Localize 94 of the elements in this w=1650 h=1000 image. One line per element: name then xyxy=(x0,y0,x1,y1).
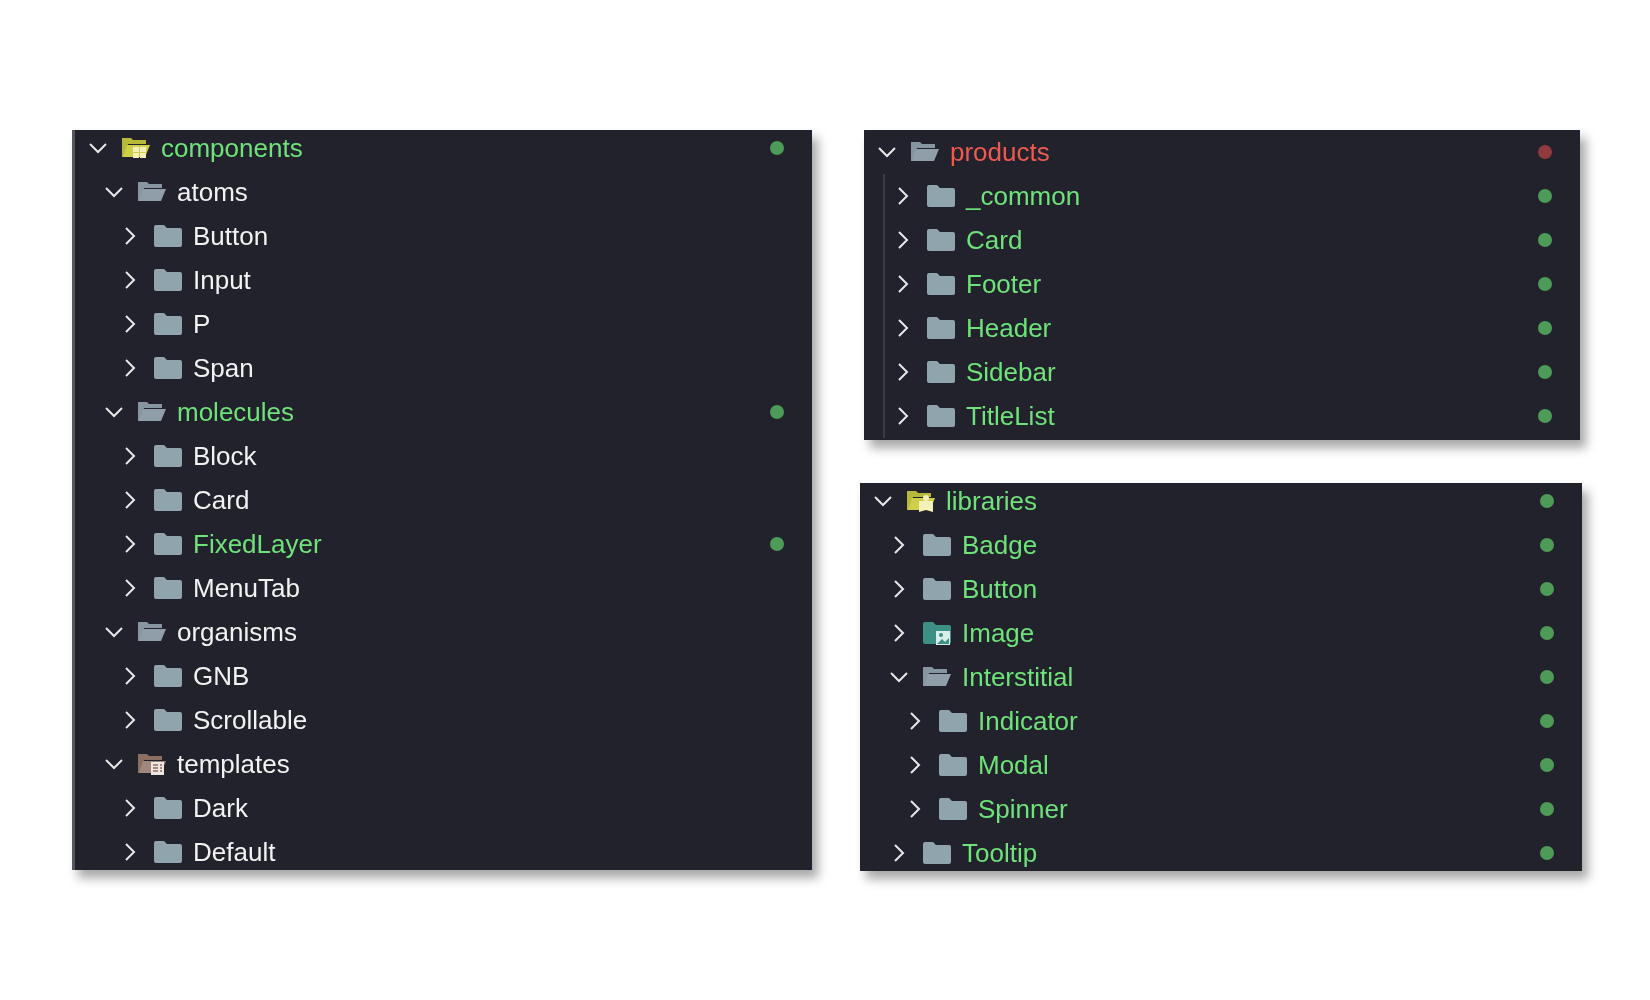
folder-icon xyxy=(153,443,183,469)
folder-icon xyxy=(938,708,968,734)
folder-icon xyxy=(926,359,956,385)
tree-item[interactable]: Span xyxy=(75,346,812,390)
tree-item[interactable]: TitleList xyxy=(864,394,1580,438)
tree-item[interactable]: Default xyxy=(75,830,812,870)
tree-item[interactable]: Card xyxy=(75,478,812,522)
tree-item[interactable]: atoms xyxy=(75,170,812,214)
folder-with-book-icon xyxy=(906,488,936,514)
tree-item[interactable]: GNB xyxy=(75,654,812,698)
folder-name: atoms xyxy=(177,175,248,209)
folder-name: Indicator xyxy=(978,704,1078,738)
folder-icon xyxy=(153,311,183,337)
folder-icon xyxy=(922,840,952,866)
folder-name: Dark xyxy=(193,791,248,825)
tree-item[interactable]: libraries xyxy=(860,483,1582,523)
tree-item[interactable]: templates xyxy=(75,742,812,786)
tree-item[interactable]: Input xyxy=(75,258,812,302)
tree-item[interactable]: Header xyxy=(864,306,1580,350)
folder-icon xyxy=(922,532,952,558)
folder-with-blocks-icon xyxy=(121,135,151,161)
folder-icon xyxy=(153,795,183,821)
folder-name: GNB xyxy=(193,659,250,693)
tree-item[interactable]: Interstitial xyxy=(860,655,1582,699)
tree-item[interactable]: Button xyxy=(860,567,1582,611)
folder-icon xyxy=(938,752,968,778)
folder-name: Tooltip xyxy=(962,836,1038,870)
tree-item[interactable]: Indicator xyxy=(860,699,1582,743)
folder-with-document-icon xyxy=(137,751,167,777)
folder-icon xyxy=(153,223,183,249)
tree-item[interactable]: Modal xyxy=(860,743,1582,787)
tree-item[interactable]: Scrollable xyxy=(75,698,812,742)
folder-icon xyxy=(926,271,956,297)
folder-name: products xyxy=(950,135,1050,169)
tree-item[interactable]: Footer xyxy=(864,262,1580,306)
folder-name: molecules xyxy=(177,395,295,429)
folder-name: Header xyxy=(966,311,1052,345)
folder-icon xyxy=(153,663,183,689)
folder-name: Interstitial xyxy=(962,660,1074,694)
folder-name: components xyxy=(161,131,303,165)
folder-icon xyxy=(922,576,952,602)
folder-name: _common xyxy=(966,179,1081,213)
folder-icon xyxy=(153,839,183,865)
folder-icon xyxy=(153,575,183,601)
folder-icon xyxy=(926,183,956,209)
folder-name: Badge xyxy=(962,528,1038,562)
folder-name: P xyxy=(193,307,211,341)
folder-name: TitleList xyxy=(966,399,1055,433)
tree-item[interactable]: _common xyxy=(864,174,1580,218)
tree-item[interactable]: Tooltip xyxy=(860,831,1582,871)
folder-name: Modal xyxy=(978,748,1049,782)
tree-item[interactable]: MenuTab xyxy=(75,566,812,610)
folder-name: Spinner xyxy=(978,792,1068,826)
folder-icon xyxy=(153,707,183,733)
folder-name: Block xyxy=(193,439,257,473)
folder-name: Card xyxy=(966,223,1023,257)
tree-item[interactable]: components xyxy=(75,130,812,170)
tree-item[interactable]: Dark xyxy=(75,786,812,830)
folder-name: templates xyxy=(177,747,290,781)
folder-icon xyxy=(926,227,956,253)
tree-item[interactable]: P xyxy=(75,302,812,346)
tree-item[interactable]: organisms xyxy=(75,610,812,654)
tree-item[interactable]: Image xyxy=(860,611,1582,655)
folder-name: Footer xyxy=(966,267,1042,301)
folder-name: Default xyxy=(193,835,276,869)
tree-item[interactable]: FixedLayer xyxy=(75,522,812,566)
folder-icon xyxy=(153,487,183,513)
tree-item[interactable]: Spinner xyxy=(860,787,1582,831)
folder-icon xyxy=(153,355,183,381)
folder-name: Sidebar xyxy=(966,355,1056,389)
folder-icon xyxy=(926,403,956,429)
folder-name: Span xyxy=(193,351,254,385)
folder-name: Image xyxy=(962,616,1035,650)
tree-item[interactable]: Card xyxy=(864,218,1580,262)
tree-item[interactable]: products xyxy=(864,130,1580,174)
folder-with-image-icon xyxy=(922,620,952,646)
folder-icon xyxy=(926,315,956,341)
folder-name: Card xyxy=(193,483,250,517)
folder-name: Button xyxy=(962,572,1038,606)
folder-icon xyxy=(153,267,183,293)
tree-item[interactable]: Sidebar xyxy=(864,350,1580,394)
tree-item[interactable]: Button xyxy=(75,214,812,258)
folder-name: Scrollable xyxy=(193,703,308,737)
folder-name: MenuTab xyxy=(193,571,300,605)
tree-item[interactable]: molecules xyxy=(75,390,812,434)
folder-name: libraries xyxy=(946,484,1038,518)
tree-item[interactable]: Badge xyxy=(860,523,1582,567)
folder-name: Button xyxy=(193,219,269,253)
folder-icon xyxy=(938,796,968,822)
folder-name: FixedLayer xyxy=(193,527,322,561)
folder-icon xyxy=(153,531,183,557)
tree-item[interactable]: Block xyxy=(75,434,812,478)
folder-name: Input xyxy=(193,263,251,297)
folder-name: organisms xyxy=(177,615,297,649)
